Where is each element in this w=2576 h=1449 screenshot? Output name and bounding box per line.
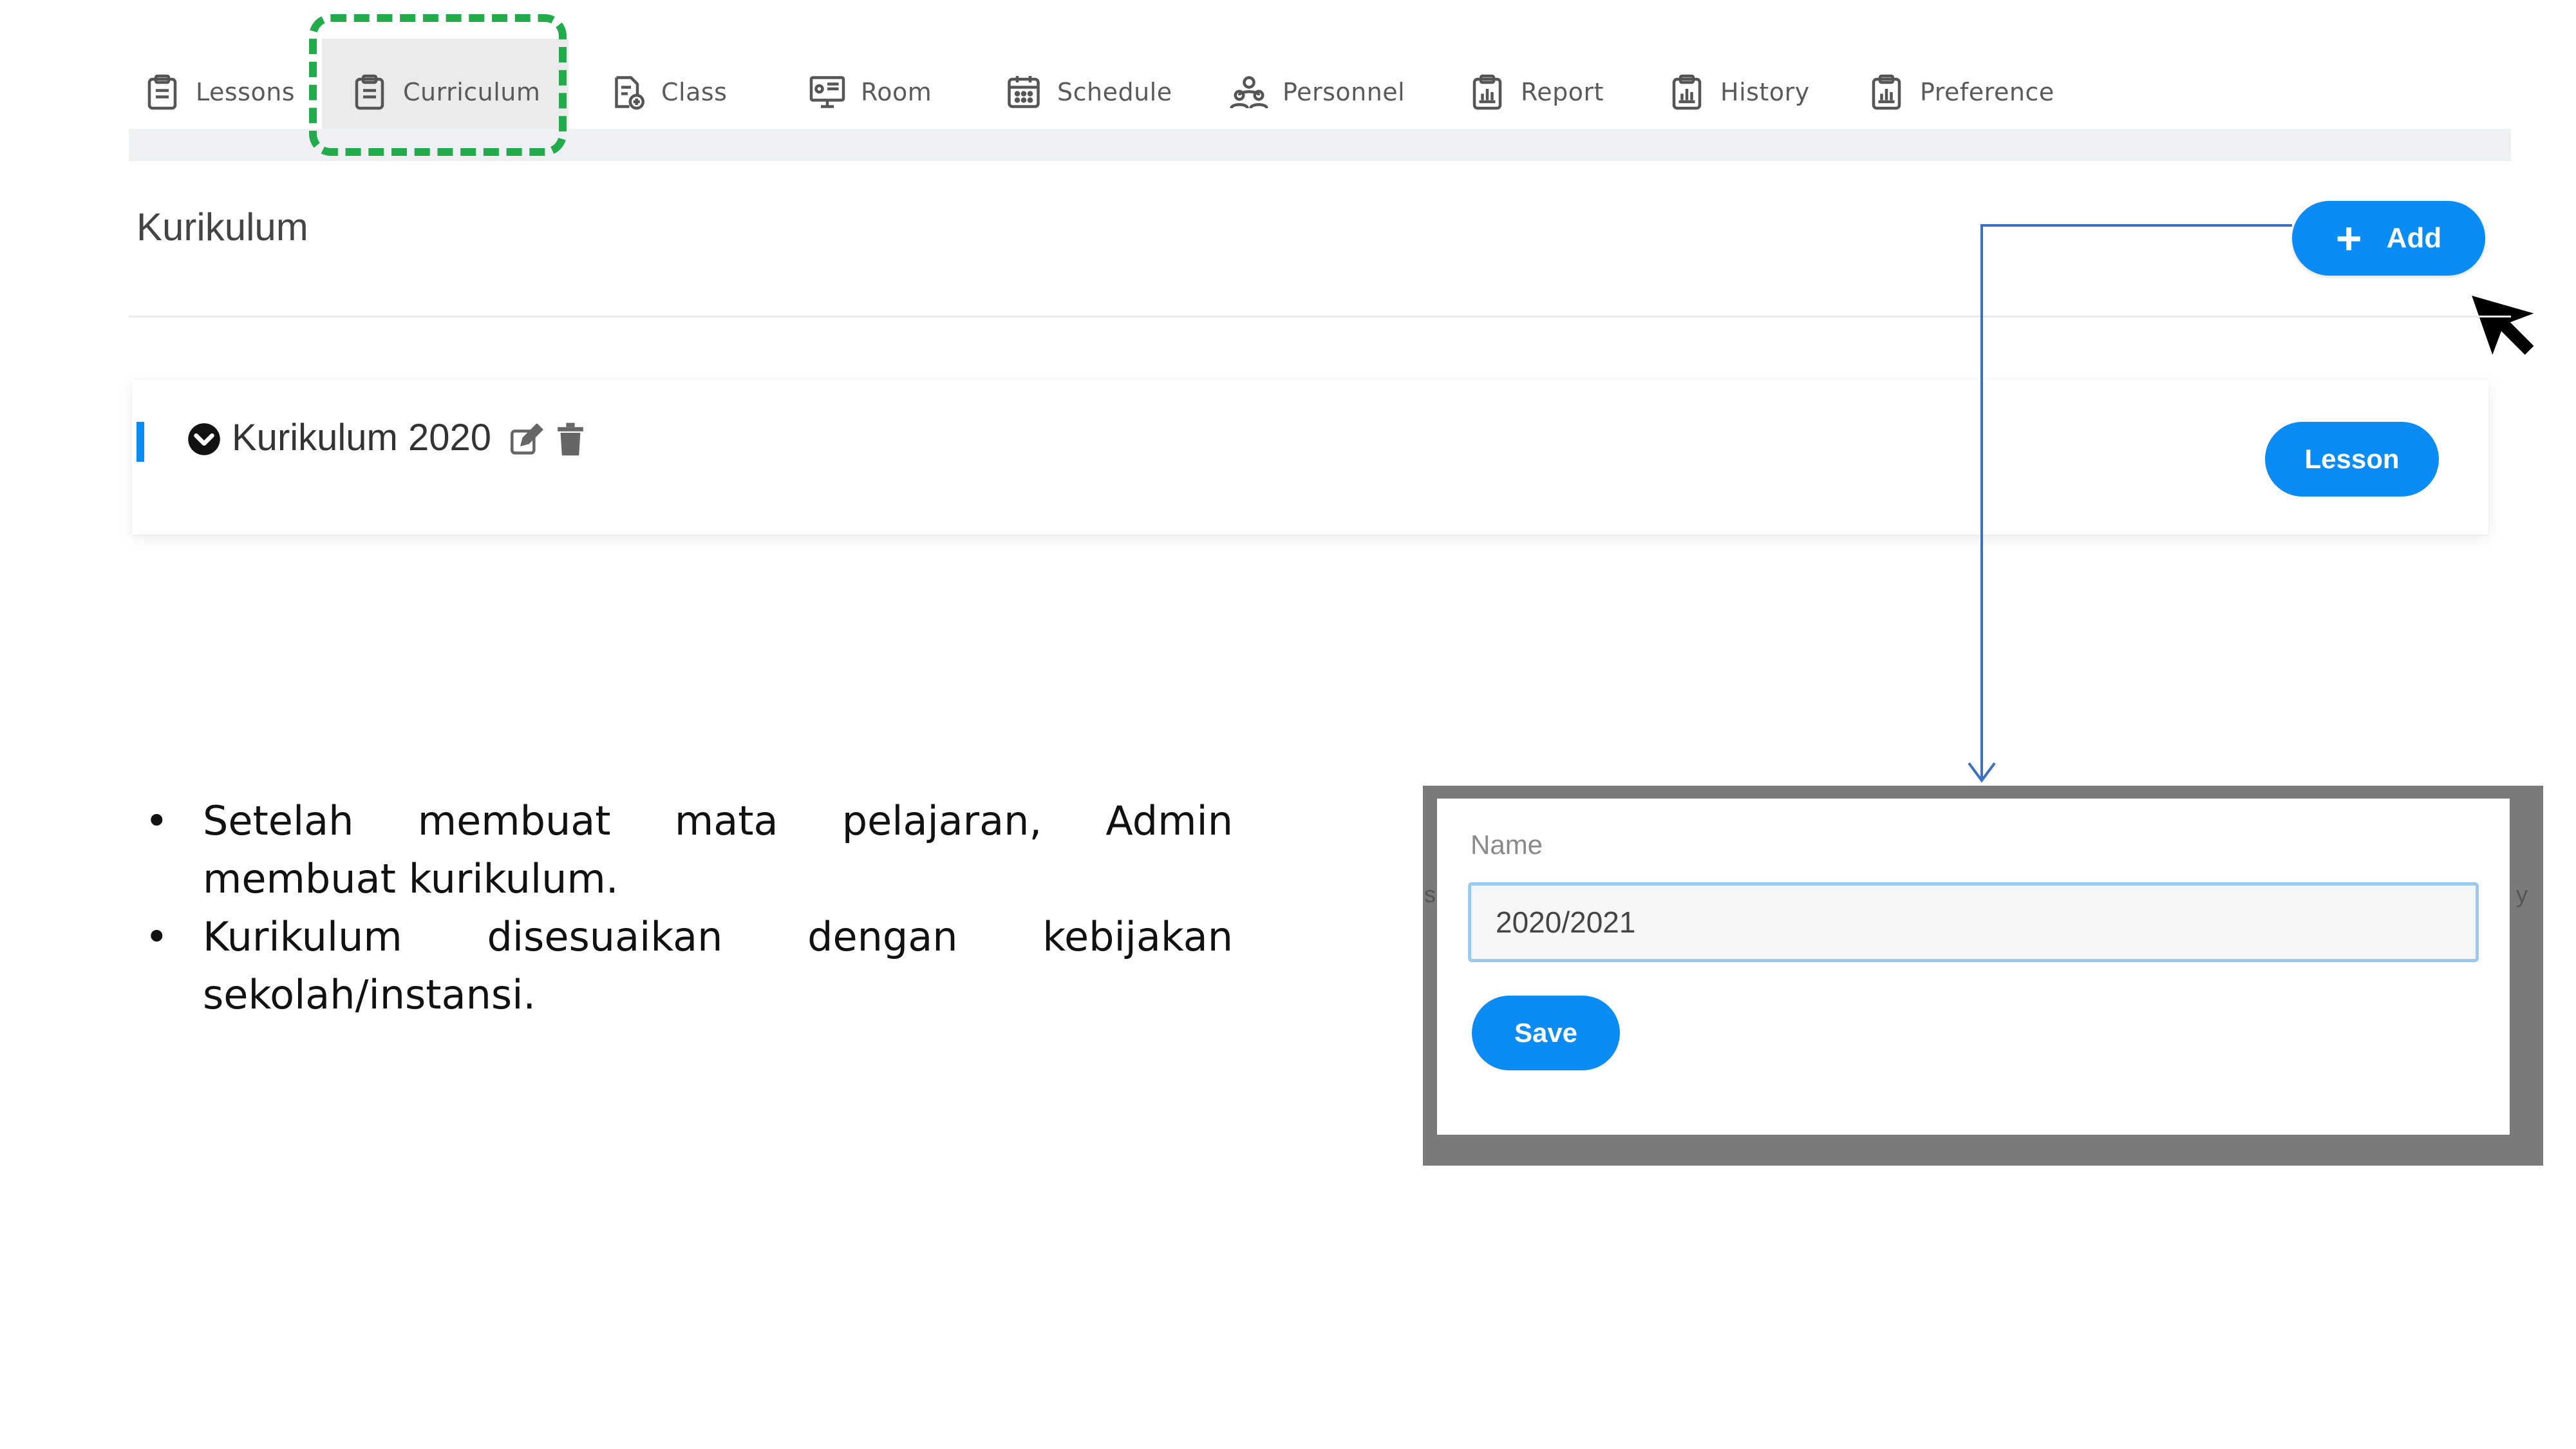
report-clipboard-icon (1672, 74, 1702, 109)
clipboard-icon (147, 74, 177, 109)
notes-list: • Setelah membuat mata pelajaran, Admin … (138, 792, 1233, 1024)
presentation-board-icon (809, 75, 845, 108)
curriculum-name: Kurikulum 2020 (232, 417, 491, 459)
add-button-label: Add (2386, 222, 2442, 254)
mouse-pointer-icon (2472, 296, 2534, 355)
name-label: Name (1471, 829, 1543, 860)
report-clipboard-icon (1872, 74, 1901, 109)
header-divider (129, 316, 2511, 317)
backdrop-text: y (2516, 881, 2528, 907)
nav-item-label: Room (861, 77, 932, 106)
nav-item-label: Preference (1920, 77, 2054, 106)
nav-item-label: Personnel (1283, 77, 1406, 106)
page-title: Kurikulum (136, 205, 308, 249)
nav-item-label: History (1720, 77, 1810, 106)
calendar-icon (1008, 75, 1040, 108)
note-item: • Setelah membuat mata pelajaran, Admin … (138, 792, 1233, 908)
add-curriculum-dialog (1437, 799, 2510, 1135)
connector-arrow (1968, 224, 2292, 783)
report-clipboard-icon (1472, 74, 1502, 109)
chevron-down-circle-icon[interactable] (187, 422, 221, 457)
nav-item-label: Lessons (196, 77, 296, 106)
nav-item-label: Report (1521, 77, 1604, 106)
plus-icon: + (2335, 213, 2362, 263)
edit-icon[interactable] (509, 424, 545, 456)
note-item: • Kurikulum disesuaikan dengan kebijakan… (138, 908, 1233, 1024)
lesson-button[interactable]: Lesson (2265, 422, 2439, 497)
save-button[interactable]: Save (1472, 996, 1620, 1070)
name-input[interactable] (1468, 882, 2479, 962)
people-icon (1230, 75, 1268, 109)
nav-item-label: Schedule (1057, 77, 1172, 106)
document-add-icon (615, 75, 644, 109)
nav-item-label: Class (661, 77, 728, 106)
trash-icon[interactable] (556, 422, 585, 457)
card-accent-bar (136, 422, 144, 462)
bullet-dot: • (145, 913, 169, 960)
bullet-dot: • (145, 797, 169, 844)
add-button[interactable]: + Add (2292, 201, 2485, 276)
curriculum-highlight-frame (309, 14, 567, 156)
backdrop-text: s (1424, 881, 1436, 907)
